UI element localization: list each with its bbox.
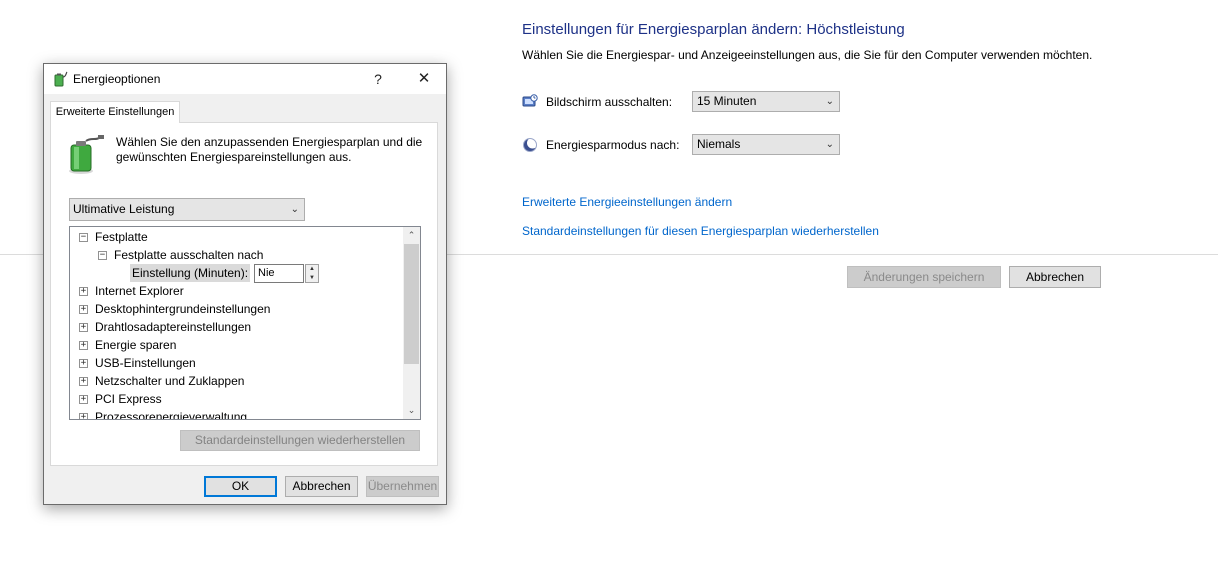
expand-icon[interactable]: + [79, 287, 88, 296]
tree-item-label: Drahtlosadaptereinstellungen [95, 320, 252, 334]
minutes-stepper[interactable]: ▲ ▼ [305, 264, 319, 283]
expand-icon[interactable]: + [79, 305, 88, 314]
expand-icon[interactable]: + [79, 341, 88, 350]
tree-item-power-buttons-lid[interactable]: + Netzschalter und Zuklappen [70, 372, 400, 390]
scroll-thumb[interactable] [404, 244, 419, 364]
tree-item-festplatte[interactable]: − Festplatte [70, 228, 400, 246]
save-changes-button[interactable]: Änderungen speichern [847, 266, 1001, 288]
expand-icon[interactable]: + [79, 377, 88, 386]
sleep-after-label: Energiesparmodus nach: [546, 138, 680, 152]
tree-item-usb-settings[interactable]: + USB-Einstellungen [70, 354, 400, 372]
chevron-down-icon: ⌄ [825, 96, 834, 107]
power-plan-value: Ultimative Leistung [73, 202, 175, 216]
battery-icon [69, 135, 104, 174]
tree-item-label: Prozessorenergieverwaltung [95, 410, 248, 420]
tree-item-pci-express[interactable]: + PCI Express [70, 390, 400, 408]
scroll-down-icon[interactable]: ⌄ [403, 402, 420, 419]
tree-item-label: PCI Express [95, 392, 162, 406]
help-button[interactable]: ? [360, 64, 396, 94]
expand-icon[interactable]: + [79, 359, 88, 368]
close-button[interactable]: ✕ [406, 64, 442, 94]
settings-tree[interactable]: − Festplatte − Festplatte ausschalten na… [69, 226, 421, 420]
sleep-after-value: Niemals [697, 137, 741, 151]
expand-icon[interactable]: + [79, 395, 88, 404]
ok-button[interactable]: OK [204, 476, 277, 497]
dialog-cancel-button[interactable]: Abbrechen [285, 476, 358, 497]
moon-icon [523, 137, 538, 152]
spin-down-icon[interactable]: ▼ [306, 274, 318, 282]
page-subtitle: Wählen Sie die Energiespar- und Anzeigee… [522, 48, 1093, 62]
tree-item-internet-explorer[interactable]: + Internet Explorer [70, 282, 400, 300]
tree-scrollbar[interactable]: ⌃ ⌄ [403, 227, 420, 419]
tree-item-processor-power[interactable]: + Prozessorenergieverwaltung [70, 408, 400, 420]
expand-icon[interactable]: + [79, 323, 88, 332]
sleep-after-select[interactable]: Niemals ⌄ [692, 134, 840, 155]
restore-plan-defaults-link[interactable]: Standardeinstellungen für diesen Energie… [522, 224, 879, 238]
tree-item-label: Festplatte [95, 230, 148, 244]
power-plan-select[interactable]: Ultimative Leistung ⌄ [69, 198, 305, 221]
apply-button[interactable]: Übernehmen [366, 476, 439, 497]
tree-item-label: Energie sparen [95, 338, 177, 352]
display-off-select[interactable]: 15 Minuten ⌄ [692, 91, 840, 112]
collapse-icon[interactable]: − [79, 233, 88, 242]
tree-item-label: USB-Einstellungen [95, 356, 196, 370]
tree-item-label: Desktophintergrundeinstellungen [95, 302, 271, 316]
dialog-description: Wählen Sie den anzupassenden Energiespar… [116, 135, 423, 164]
chevron-down-icon: ⌄ [290, 204, 299, 215]
advanced-settings-link[interactable]: Erweiterte Energieeinstellungen ändern [522, 195, 732, 209]
page-title: Einstellungen für Energiesparplan ändern… [522, 21, 905, 38]
tree-item-festplatte-ausschalten[interactable]: − Festplatte ausschalten nach [70, 246, 400, 264]
scroll-up-icon[interactable]: ⌃ [403, 227, 420, 244]
chevron-down-icon: ⌄ [825, 139, 834, 150]
dialog-title: Energieoptionen [73, 72, 161, 86]
setting-label: Einstellung (Minuten): [130, 264, 251, 282]
tab-panel: Wählen Sie den anzupassenden Energiespar… [50, 122, 438, 466]
expand-icon[interactable]: + [79, 413, 88, 419]
minutes-input[interactable]: Nie [254, 264, 304, 283]
tree-item-wireless-adapter[interactable]: + Drahtlosadaptereinstellungen [70, 318, 400, 336]
tree-item-sleep[interactable]: + Energie sparen [70, 336, 400, 354]
restore-defaults-button[interactable]: Standardeinstellungen wiederherstellen [180, 430, 420, 451]
tree-item-label: Netzschalter und Zuklappen [95, 374, 245, 388]
power-options-icon [54, 71, 68, 87]
cancel-button[interactable]: Abbrechen [1009, 266, 1101, 288]
monitor-icon [522, 94, 538, 107]
tree-item-setting: Einstellung (Minuten): Nie ▲ ▼ [70, 264, 400, 283]
tree-item-desktop-background[interactable]: + Desktophintergrundeinstellungen [70, 300, 400, 318]
tab-advanced-settings[interactable]: Erweiterte Einstellungen [50, 101, 180, 123]
display-off-value: 15 Minuten [697, 94, 757, 108]
power-options-dialog: Energieoptionen ? ✕ Erweiterte Einstellu… [43, 63, 447, 505]
spin-up-icon[interactable]: ▲ [306, 265, 318, 273]
title-bar[interactable]: Energieoptionen ? ✕ [44, 64, 446, 94]
tree-item-label: Festplatte ausschalten nach [114, 248, 264, 262]
collapse-icon[interactable]: − [98, 251, 107, 260]
display-off-label: Bildschirm ausschalten: [546, 95, 673, 109]
tree-item-label: Internet Explorer [95, 284, 184, 298]
